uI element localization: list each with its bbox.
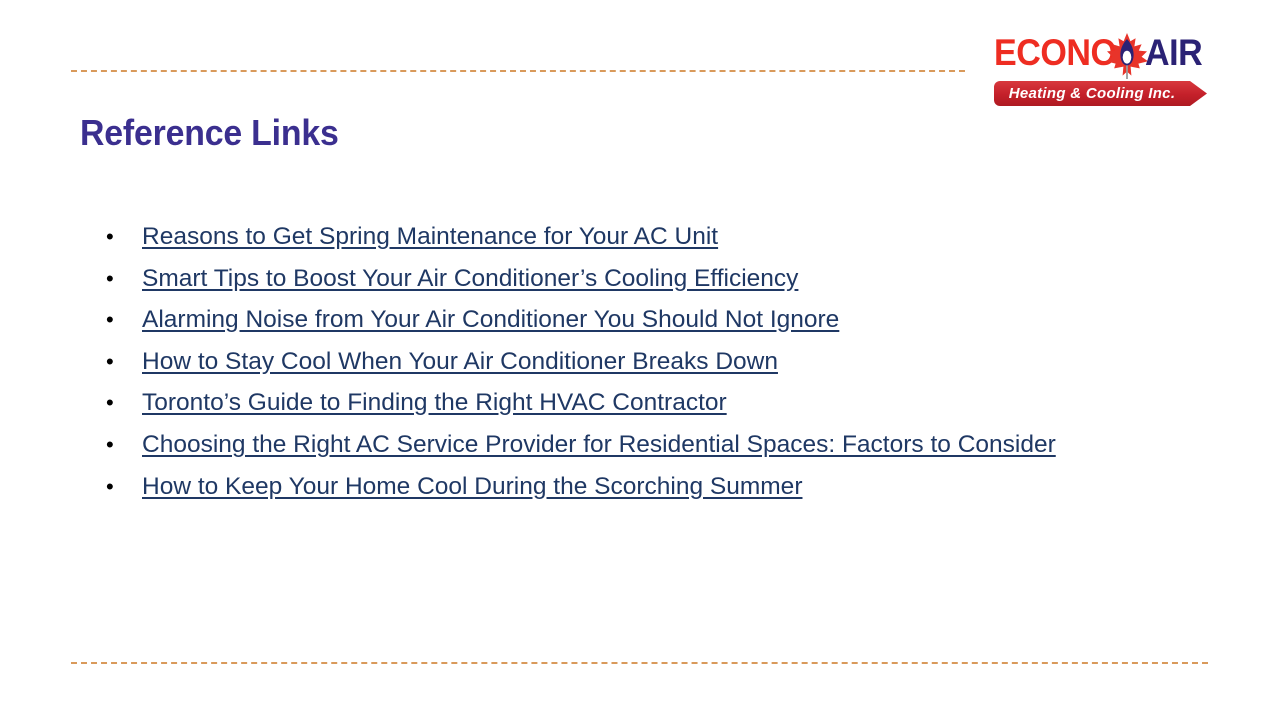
reference-link[interactable]: Reasons to Get Spring Maintenance for Yo… xyxy=(142,222,718,252)
logo-air-text: AIR xyxy=(1145,32,1203,73)
list-item[interactable]: • How to Keep Your Home Cool During the … xyxy=(100,472,1200,514)
list-item[interactable]: • Reasons to Get Spring Maintenance for … xyxy=(100,222,1200,264)
reference-link[interactable]: Toronto’s Guide to Finding the Right HVA… xyxy=(142,388,727,418)
logo-econo-text: ECONO xyxy=(994,32,1117,73)
reference-link-list: • Reasons to Get Spring Maintenance for … xyxy=(100,222,1200,513)
slide-canvas: ECONO AIR Heating & Cooling Inc. Referen… xyxy=(0,0,1280,720)
list-item[interactable]: • Smart Tips to Boost Your Air Condition… xyxy=(100,264,1200,306)
bullet-icon: • xyxy=(106,265,114,291)
divider-bottom xyxy=(71,662,1208,664)
company-logo: ECONO AIR Heating & Cooling Inc. xyxy=(992,26,1212,108)
bullet-icon: • xyxy=(106,390,114,416)
bullet-icon: • xyxy=(106,224,114,249)
list-item[interactable]: • Choosing the Right AC Service Provider… xyxy=(100,430,1200,472)
bullet-icon: • xyxy=(106,307,114,333)
list-item[interactable]: • Toronto’s Guide to Finding the Right H… xyxy=(100,388,1200,430)
reference-link[interactable]: Smart Tips to Boost Your Air Conditioner… xyxy=(142,264,798,294)
reference-link[interactable]: Alarming Noise from Your Air Conditioner… xyxy=(142,305,839,335)
bullet-icon: • xyxy=(106,431,114,457)
list-item[interactable]: • Alarming Noise from Your Air Condition… xyxy=(100,305,1200,347)
logo-wordmark: ECONO AIR xyxy=(992,26,1212,79)
bullet-icon: • xyxy=(106,473,114,499)
page-title: Reference Links xyxy=(80,112,339,153)
logo-banner-text: Heating & Cooling Inc. xyxy=(1008,85,1176,102)
reference-link[interactable]: Choosing the Right AC Service Provider f… xyxy=(142,430,1056,460)
divider-top xyxy=(71,70,965,72)
maple-leaf-flame-icon xyxy=(1106,33,1148,79)
bullet-icon: • xyxy=(106,348,114,374)
reference-link[interactable]: How to Stay Cool When Your Air Condition… xyxy=(142,347,778,377)
reference-link[interactable]: How to Keep Your Home Cool During the Sc… xyxy=(142,472,802,502)
logo-banner: Heating & Cooling Inc. xyxy=(994,81,1212,106)
list-item[interactable]: • How to Stay Cool When Your Air Conditi… xyxy=(100,347,1200,389)
